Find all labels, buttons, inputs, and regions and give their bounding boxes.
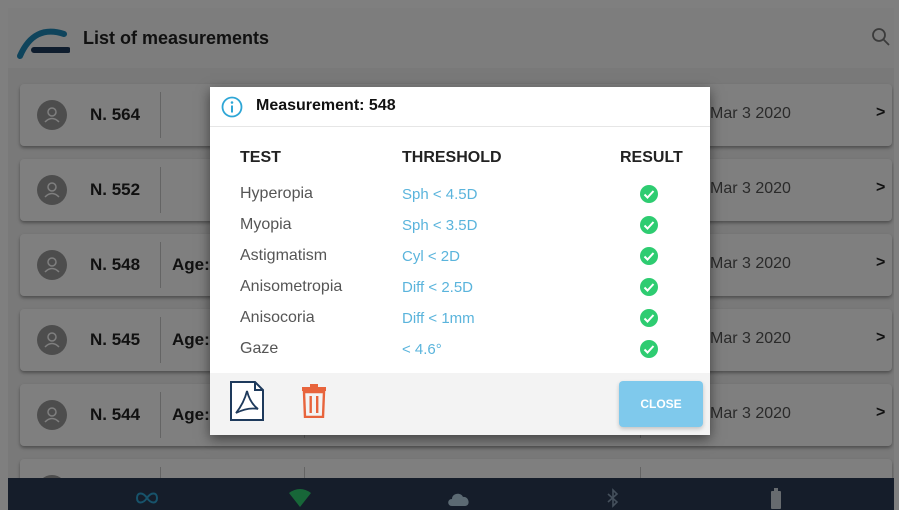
column-header-threshold: THRESHOLD	[402, 149, 502, 166]
check-circle-icon	[640, 216, 658, 234]
check-circle-icon	[640, 185, 658, 203]
test-name: Myopia	[240, 216, 292, 233]
dialog-title: Measurement: 548	[256, 97, 396, 114]
test-threshold: Diff < 1mm	[402, 310, 475, 327]
check-circle-icon	[640, 278, 658, 296]
test-name: Hyperopia	[240, 185, 313, 202]
test-name: Anisometropia	[240, 278, 343, 295]
check-circle-icon	[640, 340, 658, 358]
test-threshold: Cyl < 2D	[402, 248, 460, 265]
test-name: Anisocoria	[240, 309, 315, 326]
measurement-dialog: Measurement: 548 TEST THRESHOLD RESULT H…	[210, 87, 710, 435]
test-threshold: Sph < 3.5D	[402, 217, 478, 234]
test-threshold: < 4.6°	[402, 341, 442, 358]
column-header-test: TEST	[240, 149, 281, 166]
test-threshold: Diff < 2.5D	[402, 279, 474, 296]
dialog-header: Measurement: 548	[210, 87, 710, 127]
test-name: Gaze	[240, 340, 279, 357]
column-header-result: RESULT	[620, 149, 683, 166]
test-threshold: Sph < 4.5D	[402, 186, 478, 203]
info-icon	[221, 96, 243, 118]
test-name: Astigmatism	[240, 247, 328, 264]
check-circle-icon	[640, 247, 658, 265]
pdf-icon[interactable]	[228, 381, 266, 421]
check-circle-icon	[640, 309, 658, 327]
close-button[interactable]: CLOSE	[619, 381, 703, 427]
trash-icon[interactable]	[302, 384, 326, 418]
dialog-footer: CLOSE	[210, 373, 710, 435]
